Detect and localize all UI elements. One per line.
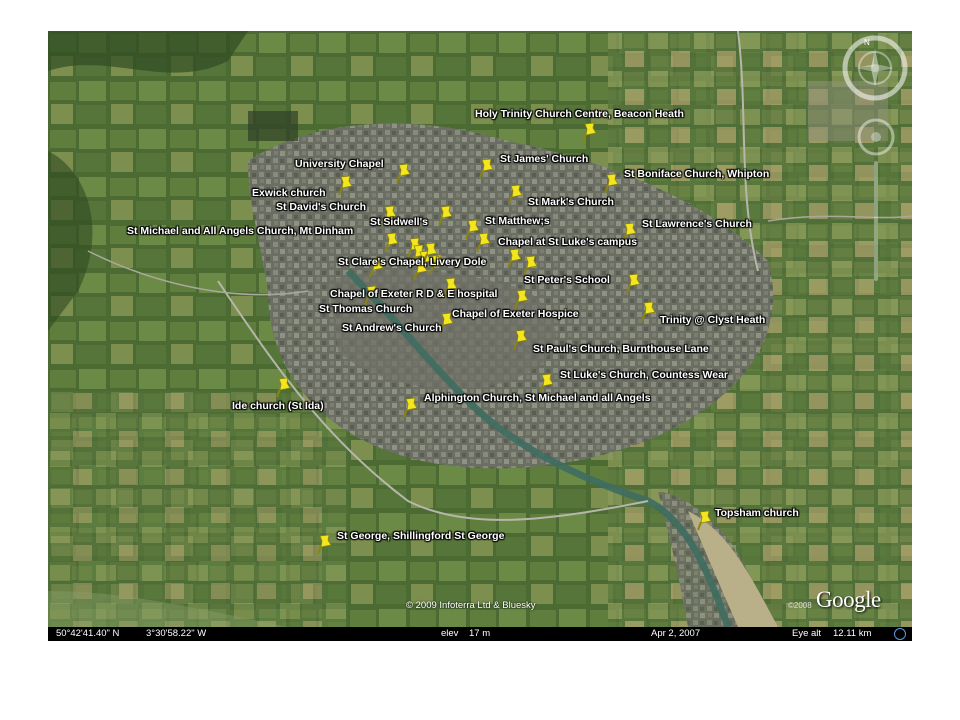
placemark-label-st-boniface[interactable]: St Boniface Church, Whipton	[624, 168, 769, 180]
pushpin-icon[interactable]	[640, 300, 658, 322]
placemark-label-st-george[interactable]: St George, Shillingford St George	[337, 530, 504, 542]
placemark-label-university-chapel[interactable]: University Chapel	[295, 158, 384, 170]
pushpin-icon[interactable]	[507, 183, 525, 205]
eye-alt-label: Eye alt	[792, 628, 822, 639]
elevation-label: elev	[441, 628, 459, 639]
placemark-label-st-marks[interactable]: St Mark's Church	[528, 196, 614, 208]
placemark-label-holy-trinity[interactable]: Holy Trinity Church Centre, Beacon Heath	[475, 108, 684, 120]
placemark-label-alphington[interactable]: Alphington Church, St Michael and all An…	[424, 392, 651, 404]
pushpin-icon[interactable]	[506, 247, 524, 269]
pushpin-icon[interactable]	[337, 174, 355, 196]
placemark-label-st-michael[interactable]: St Michael and All Angels Church, Mt Din…	[127, 225, 353, 237]
pushpin-icon[interactable]	[402, 396, 420, 418]
pushpin-icon[interactable]	[696, 509, 714, 531]
placemark-label-chapel-rde[interactable]: Chapel of Exeter R D & E hospital	[330, 288, 497, 300]
pushpin-icon[interactable]	[478, 157, 496, 179]
eye-alt-readout: 12.11 km	[833, 628, 872, 639]
placemark-label-st-clares[interactable]: St Clare's Chapel, Livery Dole	[338, 256, 486, 268]
pushpin-icon[interactable]	[383, 231, 401, 253]
pushpin-icon[interactable]	[316, 533, 334, 555]
map-view[interactable]: N Holy Trinity Church Centre, Beacon Hea…	[48, 31, 912, 641]
status-bar: 50°42'41.40" N 3°30'58.22" W elev 17 m A…	[48, 627, 912, 641]
pushpin-icon[interactable]	[522, 254, 540, 276]
loading-spinner-icon	[894, 628, 906, 640]
pushpin-icon[interactable]	[581, 121, 599, 143]
latitude-readout: 50°42'41.40" N	[56, 628, 120, 639]
zoom-slider[interactable]	[874, 161, 878, 281]
placemark-label-st-sidwells[interactable]: St Sidwell's	[370, 216, 428, 228]
pushpin-icon[interactable]	[437, 204, 455, 226]
pushpin-icon[interactable]	[395, 162, 413, 184]
placemark-label-st-pauls[interactable]: St Paul's Church, Burnthouse Lane	[533, 343, 709, 355]
google-logo: Google	[816, 587, 881, 612]
imagery-copyright: © 2009 Infoterra Ltd & Bluesky	[406, 600, 536, 611]
pushpin-icon[interactable]	[513, 288, 531, 310]
imagery-year: ©2008	[788, 601, 812, 610]
placemark-label-chapel-hospice[interactable]: Chapel of Exeter Hospice	[452, 308, 579, 320]
placemark-label-st-andrews[interactable]: St Andrew's Church	[342, 322, 442, 334]
placemark-label-exwick[interactable]: Exwick church	[252, 187, 326, 199]
pushpin-icon[interactable]	[475, 231, 493, 253]
imagery-date: Apr 2, 2007	[651, 628, 701, 639]
pushpin-icon[interactable]	[512, 328, 530, 350]
placemark-label-trinity-clyst[interactable]: Trinity @ Clyst Heath	[660, 314, 765, 326]
placemark-label-st-lukes-cw[interactable]: St Luke's Church, Countess Wear	[560, 369, 728, 381]
pushpin-icon[interactable]	[538, 372, 556, 394]
placemark-label-topsham[interactable]: Topsham church	[715, 507, 799, 519]
placemark-label-st-lawrence[interactable]: St Lawrence's Church	[642, 218, 752, 230]
pushpin-icon[interactable]	[275, 376, 293, 398]
pushpin-icon[interactable]	[625, 272, 643, 294]
longitude-readout: 3°30'58.22" W	[146, 628, 207, 639]
compass-icon[interactable]	[842, 35, 908, 101]
placemark-label-ide[interactable]: Ide church (St Ida)	[232, 400, 324, 412]
placemark-label-st-thomas[interactable]: St Thomas Church	[319, 303, 412, 315]
pushpin-icon[interactable]	[603, 172, 621, 194]
look-joystick-icon[interactable]	[856, 117, 896, 157]
placemark-label-st-peters[interactable]: St Peter's School	[524, 274, 610, 286]
elevation-readout: 17 m	[469, 628, 491, 639]
placemark-label-st-matthews[interactable]: St Matthew;s	[485, 215, 550, 227]
placemark-label-st-james[interactable]: St James' Church	[500, 153, 588, 165]
placemark-label-st-davids[interactable]: St David's Church	[276, 201, 366, 213]
